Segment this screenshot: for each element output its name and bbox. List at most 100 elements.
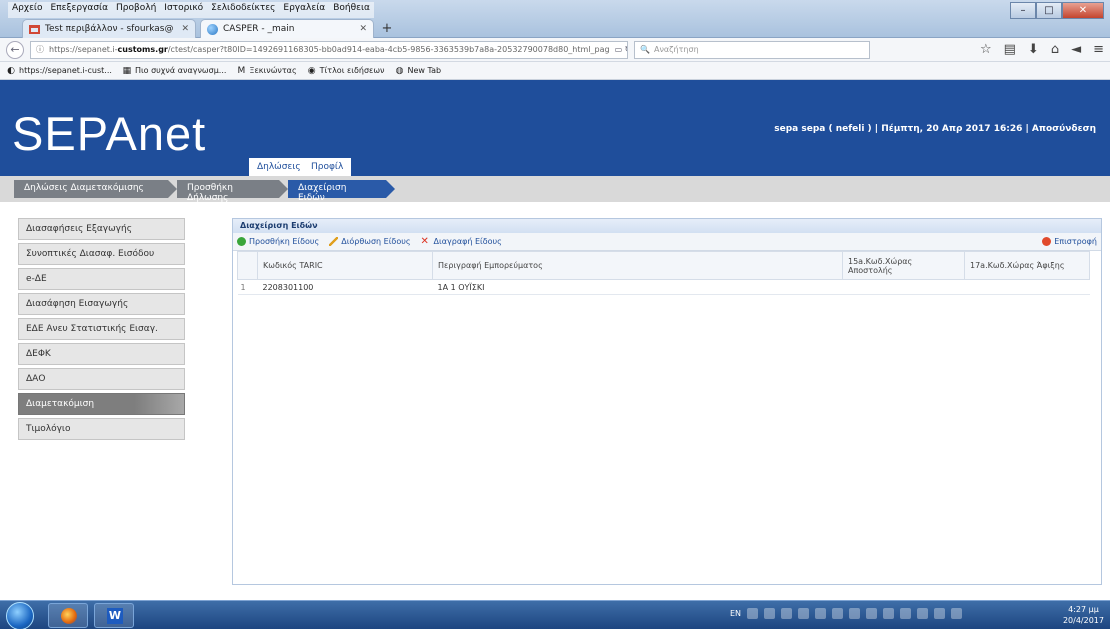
close-icon[interactable]: ✕ — [181, 24, 189, 34]
column-header-arrival-country[interactable]: 17a.Κωδ.Χώρας Άφιξης — [964, 251, 1090, 280]
firefox-taskbar-button[interactable] — [48, 603, 88, 628]
column-header-description[interactable]: Περιγραφή Εμπορεύματος — [432, 251, 843, 280]
cell-dispatch-country — [842, 279, 965, 295]
app-header: SEPAnet Δηλώσεις Προφίλ sepa sepa ( nefe… — [0, 80, 1110, 176]
nav-tab-declarations[interactable]: Δηλώσεις — [249, 158, 309, 176]
m-icon: M — [237, 65, 246, 76]
globe-icon: ◐ — [7, 65, 15, 76]
row-number: 1 — [237, 279, 258, 295]
window-controls: – □ ✕ — [1010, 2, 1104, 19]
bookmark-star-icon[interactable]: ☆ — [980, 42, 992, 57]
sidebar-item-export[interactable]: Διασαφήσεις Εξαγωγής — [18, 218, 185, 240]
sepanet-logo: SEPAnet — [12, 107, 207, 160]
toolbar-icons: ☆ ▤ ⬇ ⌂ ◄ ≡ — [980, 42, 1104, 57]
menu-tools[interactable]: Εργαλεία — [279, 2, 330, 18]
tray-icon[interactable] — [781, 608, 793, 619]
breadcrumb-item[interactable]: Δηλώσεις Διαμετακόμισης — [14, 180, 177, 198]
bookmark-item[interactable]: ▦ Πιο συχνά αναγνωσμ... — [122, 65, 227, 76]
bookmark-item[interactable]: M Ξεκινώντας — [236, 65, 297, 76]
search-icon: 🔍 — [640, 45, 650, 54]
url-bar[interactable]: ⓘ https://sepanet.i-customs.gr/ctest/cas… — [30, 40, 628, 59]
return-icon — [1042, 237, 1052, 246]
minimize-button[interactable]: – — [1010, 2, 1036, 19]
sidebar-item-invoice[interactable]: Τιμολόγιο — [18, 418, 185, 440]
sidebar-item-e-de[interactable]: e-ΔΕ — [18, 268, 185, 290]
sidebar-item-defk[interactable]: ΔΕΦΚ — [18, 343, 185, 365]
column-header-taric[interactable]: Κωδικός TARIC — [257, 251, 433, 280]
breadcrumb-item[interactable]: Προσθήκη Δήλωσης — [177, 180, 288, 203]
url-text: https://sepanet.i-customs.gr/ctest/caspe… — [49, 45, 610, 54]
table-row[interactable]: 1 2208301100 1A 1 ΟΥΪΣΚΙ — [237, 279, 1090, 295]
windows-taskbar: W EN 4:27 μμ 20/4/2017 — [0, 600, 1110, 629]
search-input[interactable]: 🔍 Αναζήτηση — [634, 40, 870, 59]
menu-view[interactable]: Προβολή — [112, 2, 161, 18]
tray-icon[interactable] — [883, 608, 895, 619]
browser-tab-casper[interactable]: CASPER - _main ✕ — [200, 19, 374, 38]
language-indicator[interactable]: EN — [730, 609, 741, 618]
word-icon: W — [107, 608, 123, 624]
bookmark-item[interactable]: ◍ New Tab — [395, 65, 441, 76]
sidebar-item-transit[interactable]: Διαμετακόμιση — [18, 393, 185, 415]
add-item-button[interactable]: Προσθήκη Είδους — [237, 237, 319, 246]
bookmark-item[interactable]: ◉ Τίτλοι ειδήσεων — [307, 66, 385, 76]
home-icon[interactable]: ⌂ — [1051, 42, 1059, 57]
browser-titlebar: Αρχείο Επεξεργασία Προβολή Ιστορικό Σελι… — [0, 0, 1110, 38]
back-button[interactable]: ← — [6, 40, 24, 59]
cell-arrival-country — [964, 279, 1090, 295]
tray-icon[interactable] — [917, 608, 929, 619]
tray-icon[interactable] — [832, 608, 844, 619]
network-icon[interactable] — [934, 608, 946, 619]
globe-icon — [207, 23, 218, 35]
close-window-button[interactable]: ✕ — [1062, 2, 1104, 19]
delete-icon: ✕ — [420, 235, 429, 247]
menu-help[interactable]: Βοήθεια — [329, 2, 374, 18]
volume-icon[interactable] — [951, 608, 963, 619]
nav-tab-profile[interactable]: Προφίλ — [303, 158, 352, 176]
reader-view-icon[interactable]: ▭ ↻ — [615, 45, 627, 54]
menu-file[interactable]: Αρχείο — [8, 2, 47, 18]
sidebar-item-import[interactable]: Διασάφηση Εισαγωγής — [18, 293, 185, 315]
bookmarks-list-icon[interactable]: ▤ — [1004, 42, 1016, 57]
word-taskbar-button[interactable]: W — [94, 603, 134, 628]
maximize-button[interactable]: □ — [1036, 2, 1062, 19]
browser-tab-gmail[interactable]: Test περιβάλλον - sfourkas@ ✕ — [22, 19, 196, 38]
new-tab-button[interactable]: + — [378, 21, 396, 38]
menu-icon[interactable]: ≡ — [1093, 42, 1104, 57]
column-header-rownum — [237, 251, 258, 280]
firefox-icon — [61, 608, 77, 624]
pencil-icon — [329, 237, 339, 246]
menu-bookmarks[interactable]: Σελιδοδείκτες — [207, 2, 280, 18]
info-icon[interactable]: ⓘ — [36, 44, 44, 55]
tray-icon[interactable] — [849, 608, 861, 619]
breadcrumb-item-current[interactable]: Διαχείριση Ειδών — [288, 180, 395, 203]
sidebar-item-ede-no-stats[interactable]: ΕΔΕ Ανευ Στατιστικής Εισαγ. — [18, 318, 185, 340]
download-icon[interactable]: ⬇ — [1028, 42, 1039, 57]
start-button[interactable] — [6, 602, 34, 629]
globe-icon: ◍ — [395, 65, 404, 76]
cell-description: 1A 1 ΟΥΪΣΚΙ — [432, 279, 843, 295]
tray-icon[interactable] — [815, 608, 827, 619]
menu-history[interactable]: Ιστορικό — [160, 2, 208, 18]
column-header-dispatch-country[interactable]: 15a.Κωδ.Χώρας Αποστολής — [842, 251, 965, 280]
breadcrumb: Δηλώσεις Διαμετακόμισης Προσθήκη Δήλωσης… — [0, 176, 1110, 203]
tray-icon[interactable] — [747, 608, 759, 619]
back-return-button[interactable]: Επιστροφή — [1042, 237, 1097, 246]
taskbar-clock[interactable]: 4:27 μμ 20/4/2017 — [1063, 604, 1104, 626]
delete-item-button[interactable]: ✕ Διαγραφή Είδους — [420, 235, 502, 247]
tray-icon[interactable] — [866, 608, 878, 619]
close-icon[interactable]: ✕ — [359, 24, 367, 34]
menu-edit[interactable]: Επεξεργασία — [46, 2, 113, 18]
sidebar-item-entry-summary[interactable]: Συνοπτικές Διασαφ. Εισόδου — [18, 243, 185, 265]
cell-taric: 2208301100 — [257, 279, 433, 295]
pocket-icon[interactable]: ◄ — [1071, 42, 1081, 57]
edit-item-button[interactable]: Διόρθωση Είδους — [329, 237, 411, 246]
tray-icon[interactable] — [900, 608, 912, 619]
tray-icon[interactable] — [764, 608, 776, 619]
panel-toolbar: Προσθήκη Είδους Διόρθωση Είδους ✕ Διαγραφ… — [233, 233, 1101, 251]
items-panel: Διαχείριση Ειδών Προσθήκη Είδους Διόρθωσ… — [232, 218, 1102, 585]
tray-icon[interactable] — [798, 608, 810, 619]
browser-navbar: ← ⓘ https://sepanet.i-customs.gr/ctest/c… — [0, 38, 1110, 62]
bookmark-item[interactable]: ◐ https://sepanet.i-cust... — [6, 66, 112, 76]
sidebar-item-dao[interactable]: ΔΑΟ — [18, 368, 185, 390]
page-icon: ▦ — [122, 65, 132, 76]
